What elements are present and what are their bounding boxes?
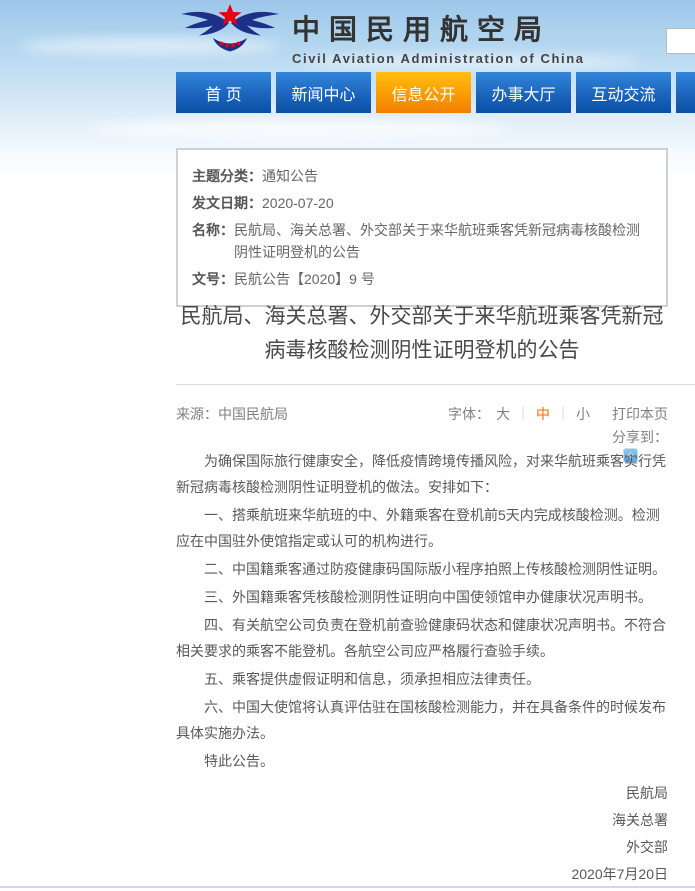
paragraph-item-4: 四、有关航空公司负责在登机前查验健康码状态和健康状况声明书。不符合相关要求的乘客…: [176, 612, 668, 664]
site-title-english: Civil Aviation Administration of China: [292, 51, 622, 66]
share-to-label: 分享到：: [176, 427, 668, 447]
paragraph-item-1: 一、搭乘航班来华航班的中、外籍乘客在登机前5天内完成核酸检测。检测应在中国驻外使…: [176, 502, 668, 554]
nav-item-interaction[interactable]: 互动交流: [576, 72, 671, 113]
article-source: 来源：中国民航局: [176, 404, 288, 424]
article-body: 为确保国际旅行健康安全，降低疫情跨境传播风险，对来华航班乘客实行凭新冠病毒核酸检…: [176, 445, 668, 888]
paragraph-closing: 特此公告。: [176, 748, 668, 774]
meta-label-category: 主题分类：: [192, 165, 262, 187]
title-separator: [176, 384, 695, 385]
site-title-chinese: 中国民用航空局: [292, 8, 622, 48]
meta-value-name: 民航局、海关总署、外交部关于来华航班乘客凭新冠病毒核酸检测阴性证明登机的公告: [234, 219, 652, 263]
nav-item-service-hall[interactable]: 办事大厅: [476, 72, 571, 113]
separator-pipe: ｜: [516, 404, 530, 424]
font-size-label: 字体：: [448, 404, 490, 424]
nav-item-home[interactable]: 首 页: [176, 72, 271, 113]
nav-item-news-center[interactable]: 新闻中心: [276, 72, 371, 113]
site-title-block: 中国民用航空局 Civil Aviation Administration of…: [292, 8, 622, 66]
paragraph-intro: 为确保国际旅行健康安全，降低疫情跨境传播风险，对来华航班乘客实行凭新冠病毒核酸检…: [176, 448, 668, 500]
font-size-small[interactable]: 小: [576, 404, 590, 424]
font-size-tools: 字体： 大 ｜ 中 ｜ 小 打印本页: [448, 404, 668, 424]
meta-row-category: 主题分类： 通知公告: [192, 165, 652, 187]
meta-row-name: 名称： 民航局、海关总署、外交部关于来华航班乘客凭新冠病毒核酸检测阴性证明登机的…: [192, 219, 652, 263]
meta-label-name: 名称：: [192, 219, 234, 241]
font-size-medium[interactable]: 中: [536, 404, 550, 424]
page: 中国民用航空局 Civil Aviation Administration of…: [0, 0, 695, 891]
document-metadata-box: 主题分类： 通知公告 发文日期： 2020-07-20 名称： 民航局、海关总署…: [176, 148, 668, 307]
signature-date: 2020年7月20日: [176, 861, 668, 888]
signature-caac: 民航局: [176, 780, 668, 807]
meta-value-category: 通知公告: [262, 165, 318, 187]
paragraph-item-2: 二、中国籍乘客通过防疫健康码国际版小程序拍照上传核酸检测阴性证明。: [176, 556, 668, 582]
paragraph-item-6: 六、中国大使馆将认真评估驻在国核酸检测能力，并在具备条件的时候发布具体实施办法。: [176, 694, 668, 746]
font-size-large[interactable]: 大: [496, 404, 510, 424]
cloud-decoration: [90, 120, 510, 138]
meta-row-doc-number: 文号： 民航公告【2020】9 号: [192, 268, 652, 290]
main-navigation: 首 页 新闻中心 信息公开 办事大厅 互动交流: [176, 72, 695, 113]
nav-item-clipped[interactable]: [676, 72, 695, 113]
search-input[interactable]: [666, 28, 695, 54]
paragraph-item-5: 五、乘客提供虚假证明和信息，须承担相应法律责任。: [176, 666, 668, 692]
footer-divider: [0, 886, 695, 888]
nav-item-info-disclosure[interactable]: 信息公开: [376, 72, 471, 113]
article-title: 民航局、海关总署、外交部关于来华航班乘客凭新冠病毒核酸检测阴性证明登机的公告: [176, 300, 668, 368]
meta-label-doc-number: 文号：: [192, 268, 234, 290]
meta-row-issue-date: 发文日期： 2020-07-20: [192, 192, 652, 214]
print-page-link[interactable]: 打印本页: [612, 404, 668, 424]
separator-pipe: ｜: [556, 404, 570, 424]
meta-value-issue-date: 2020-07-20: [262, 192, 334, 214]
meta-label-issue-date: 发文日期：: [192, 192, 262, 214]
meta-value-doc-number: 民航公告【2020】9 号: [234, 268, 375, 290]
article-toolbar: 来源：中国民航局 字体： 大 ｜ 中 ｜ 小 打印本页: [176, 404, 668, 424]
paragraph-item-3: 三、外国籍乘客凭核酸检测阴性证明向中国使领馆申办健康状况声明书。: [176, 584, 668, 610]
signature-customs: 海关总署: [176, 807, 668, 834]
signature-foreign-ministry: 外交部: [176, 834, 668, 861]
caac-wings-logo-icon: [177, 2, 283, 56]
